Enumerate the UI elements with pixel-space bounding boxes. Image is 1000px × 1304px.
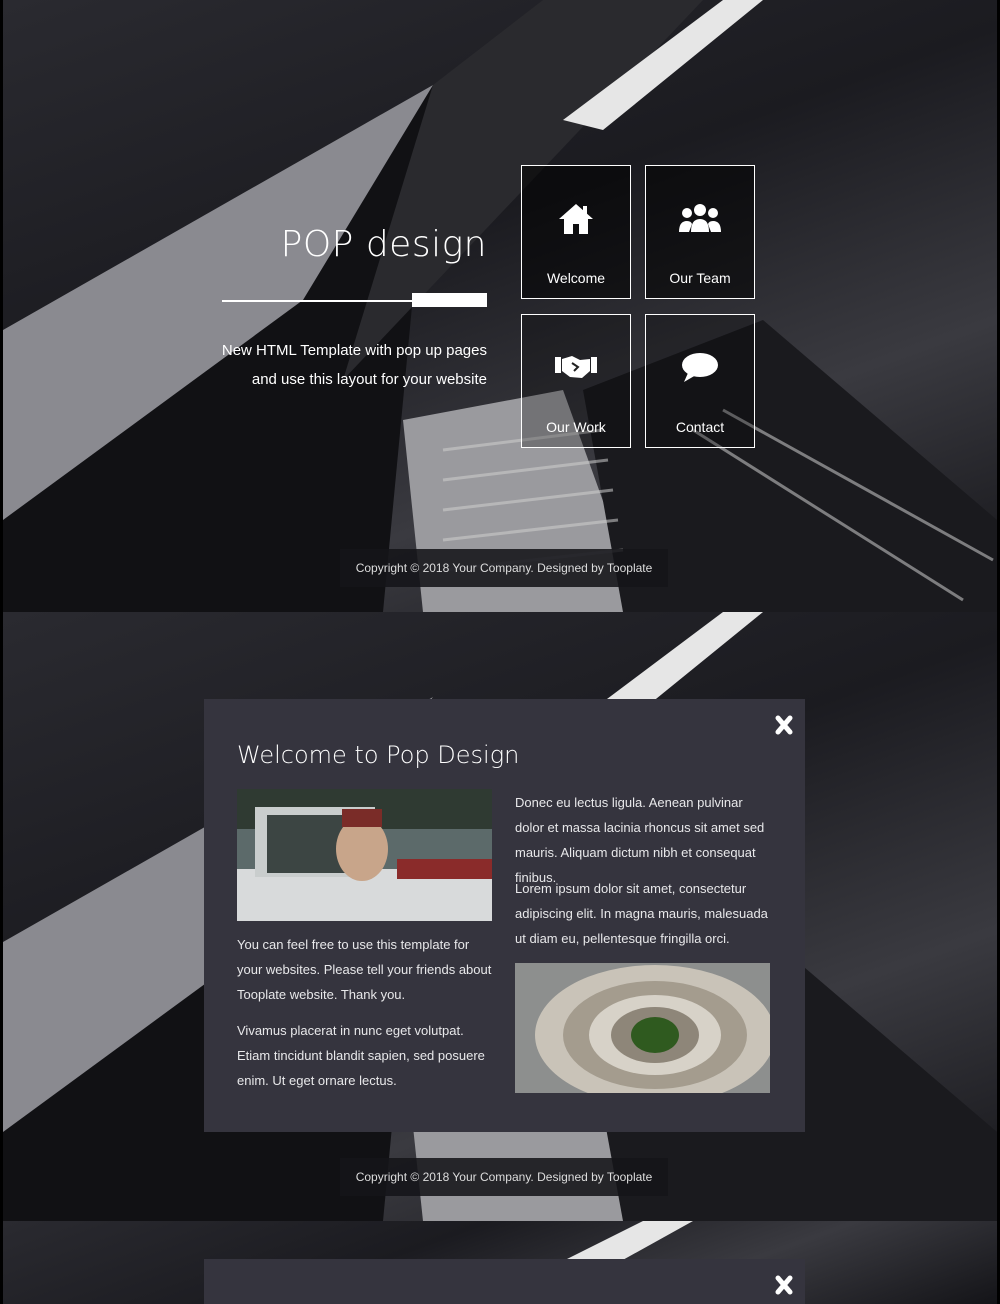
- nav-label-contact: Contact: [675, 419, 725, 435]
- hero-section: POP design New HTML Template with pop up…: [3, 0, 997, 612]
- background-image: [3, 0, 997, 612]
- nav-label-welcome: Welcome: [546, 270, 606, 286]
- footer-copyright: Copyright © 2018 Your Company. Designed …: [340, 1158, 668, 1196]
- title-divider-line: [222, 300, 412, 302]
- nav-tile-contact[interactable]: Contact: [645, 314, 755, 448]
- truck-photo: [237, 789, 492, 921]
- modal-paragraph-right-2: Lorem ipsum dolor sit amet, consectetur …: [515, 881, 768, 946]
- chat-icon: [646, 351, 754, 388]
- users-icon: [646, 202, 754, 239]
- tagline-line-1: New HTML Template with pop up pages: [221, 342, 487, 359]
- spiral-staircase-photo: [515, 963, 770, 1093]
- tagline: New HTML Template with pop up pages and …: [187, 336, 487, 394]
- modal-paragraph-left-2: Vivamus placerat in nunc eget volutpat. …: [237, 1023, 485, 1088]
- site-title: POP design: [280, 224, 487, 265]
- close-icon[interactable]: [775, 1275, 793, 1295]
- next-section: [3, 1221, 997, 1304]
- home-icon: [522, 202, 630, 241]
- nav-label-our-team: Our Team: [669, 270, 731, 286]
- nav-tile-our-team[interactable]: Our Team: [645, 165, 755, 299]
- handshake-icon: [522, 351, 630, 386]
- welcome-section: Welcome to Pop Design You can feel free …: [3, 612, 997, 1221]
- footer-copyright: Copyright © 2018 Your Company. Designed …: [340, 549, 668, 587]
- close-icon[interactable]: [775, 715, 793, 735]
- nav-label-our-work: Our Work: [546, 419, 606, 435]
- tagline-line-2: and use this layout for your website: [251, 371, 487, 388]
- modal-title: Welcome to Pop Design: [237, 741, 520, 769]
- next-modal: [204, 1259, 805, 1304]
- nav-tile-our-work[interactable]: Our Work: [521, 314, 631, 448]
- modal-paragraph-right-1: Donec eu lectus ligula. Aenean pulvinar …: [515, 795, 765, 885]
- title-divider-bar: [412, 293, 487, 307]
- welcome-modal: Welcome to Pop Design You can feel free …: [204, 699, 805, 1132]
- modal-paragraph-left-1: You can feel free to use this template f…: [237, 937, 492, 1002]
- nav-tile-welcome[interactable]: Welcome: [521, 165, 631, 299]
